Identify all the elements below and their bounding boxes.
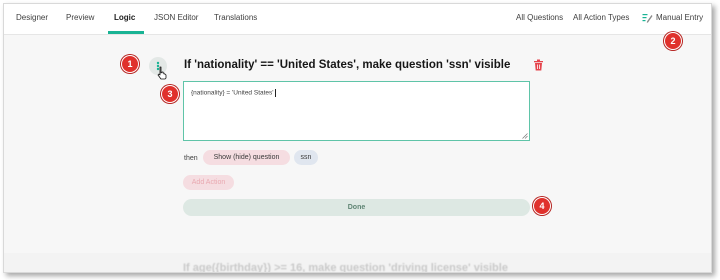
all-action-types-filter[interactable]: All Action Types bbox=[573, 13, 629, 22]
resize-grip-icon[interactable] bbox=[522, 133, 528, 139]
top-toolbar: Designer Preview Logic JSON Editor Trans… bbox=[4, 4, 711, 35]
manual-entry-icon[interactable] bbox=[642, 12, 653, 23]
trash-icon[interactable] bbox=[533, 59, 544, 71]
target-question-selector[interactable]: ssn bbox=[294, 150, 318, 165]
tab-translations[interactable]: Translations bbox=[214, 13, 257, 22]
expression-editor[interactable]: {nationality} = 'United States' bbox=[183, 81, 530, 141]
pointer-cursor-icon bbox=[157, 66, 167, 80]
callout-badge-4: 4 bbox=[534, 198, 550, 214]
rule-title: If 'nationality' == 'United States', mak… bbox=[184, 59, 511, 71]
callout-badge-2: 2 bbox=[665, 33, 681, 49]
add-action-button[interactable]: Add Action bbox=[183, 175, 234, 190]
screenshot-frame: Designer Preview Logic JSON Editor Trans… bbox=[3, 3, 712, 273]
text-caret bbox=[274, 89, 276, 97]
tab-preview[interactable]: Preview bbox=[66, 13, 94, 22]
done-button[interactable]: Done bbox=[183, 199, 530, 216]
tab-json-editor[interactable]: JSON Editor bbox=[154, 13, 198, 22]
callout-badge-3: 3 bbox=[162, 86, 178, 102]
tab-logic[interactable]: Logic bbox=[114, 13, 135, 22]
all-questions-filter[interactable]: All Questions bbox=[516, 13, 563, 22]
manual-entry-button[interactable]: Manual Entry bbox=[656, 13, 703, 22]
action-type-selector[interactable]: Show (hide) question bbox=[203, 150, 290, 165]
next-rule-title[interactable]: If age({birthday}) >= 16, make question … bbox=[183, 262, 508, 272]
then-label: then bbox=[184, 155, 198, 162]
callout-badge-1: 1 bbox=[122, 56, 138, 72]
tab-designer[interactable]: Designer bbox=[16, 13, 48, 22]
active-tab-indicator bbox=[108, 31, 144, 34]
expression-text: {nationality} = 'United States' bbox=[191, 89, 276, 97]
